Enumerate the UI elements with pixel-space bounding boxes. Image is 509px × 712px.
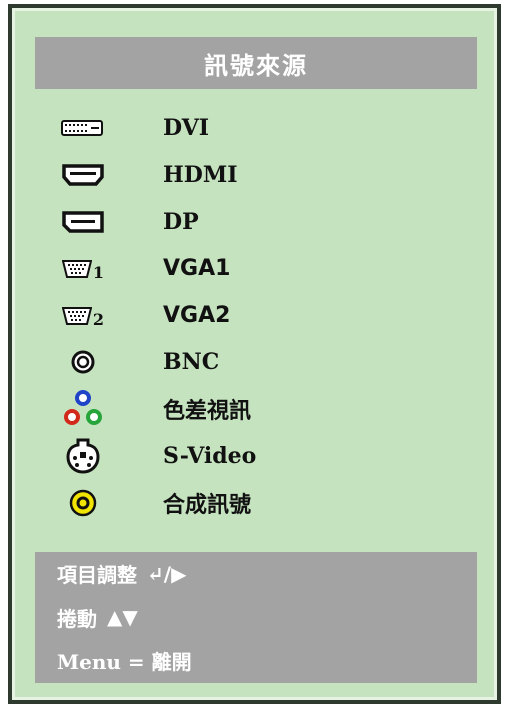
menu-title: 訊號來源 [35, 37, 477, 89]
source-item-dp[interactable]: DP [35, 199, 477, 246]
input-source-list: DVI HDMI DP 1 VGA1 2 VGA2 BNC 色差視訊 S-Vid… [35, 105, 477, 526]
help-menu-label: Menu = 離開 [57, 650, 192, 675]
help-adjust-label: 項目調整 [57, 563, 137, 588]
displayport-icon [35, 199, 131, 246]
s-video-icon [35, 433, 131, 480]
source-label: DP [163, 208, 199, 235]
source-item-bnc[interactable]: BNC [35, 339, 477, 386]
source-label: VGA1 [163, 256, 231, 282]
source-label: BNC [163, 349, 220, 376]
source-label: HDMI [163, 162, 238, 189]
bnc-connector-icon [35, 339, 131, 386]
up-down-arrows-icon: ▲▼ [107, 605, 138, 630]
source-item-dvi[interactable]: DVI [35, 105, 477, 152]
enter-right-icon: ↵/▶ [147, 561, 187, 586]
help-bar: 項目調整 ↵/▶ 捲動 ▲▼ Menu = 離開 [35, 552, 477, 683]
source-item-vga1[interactable]: 1 VGA1 [35, 245, 477, 292]
source-item-composite[interactable]: 合成訊號 [35, 479, 477, 526]
component-video-icon [35, 386, 131, 433]
source-item-hdmi[interactable]: HDMI [35, 152, 477, 199]
source-label: 合成訊號 [163, 491, 252, 518]
composite-video-icon [35, 479, 131, 526]
vga-number-badge: 2 [92, 310, 105, 330]
dvi-port-icon [35, 105, 131, 152]
help-adjust: 項目調整 ↵/▶ [35, 552, 477, 596]
vga-port-icon: 2 [35, 292, 131, 339]
vga-number-badge: 1 [92, 263, 105, 283]
help-scroll-label: 捲動 [57, 606, 97, 631]
source-item-s-video[interactable]: S-Video [35, 433, 477, 480]
help-scroll: 捲動 ▲▼ [35, 596, 477, 640]
osd-panel: 訊號來源 DVI HDMI DP 1 VGA1 2 VGA2 BNC 色差視訊 … [12, 8, 497, 700]
help-menu: Menu = 離開 [35, 639, 477, 683]
hdmi-port-icon [35, 152, 131, 199]
source-label: VGA2 [163, 303, 231, 329]
source-label: S-Video [163, 442, 257, 469]
source-label: DVI [163, 115, 210, 142]
osd-window-frame: 訊號來源 DVI HDMI DP 1 VGA1 2 VGA2 BNC 色差視訊 … [8, 4, 501, 704]
source-item-component[interactable]: 色差視訊 [35, 386, 477, 433]
source-item-vga2[interactable]: 2 VGA2 [35, 292, 477, 339]
vga-port-icon: 1 [35, 245, 131, 292]
source-label: 色差視訊 [163, 398, 252, 425]
